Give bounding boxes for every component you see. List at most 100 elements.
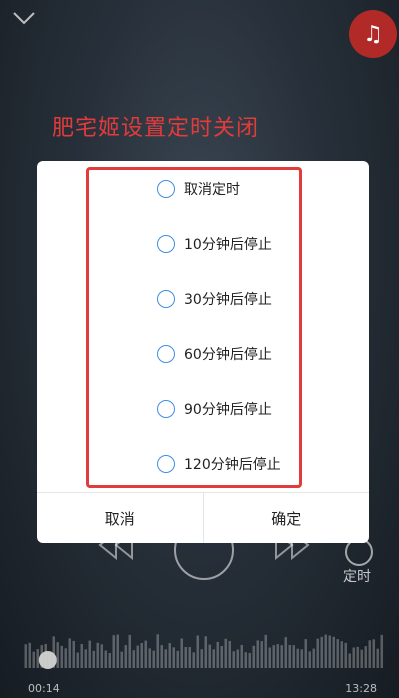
total-time: 13:28 <box>345 682 377 695</box>
waveform-bar <box>164 649 167 668</box>
waveform-bar <box>152 650 155 668</box>
waveform-bar <box>96 642 99 668</box>
waveform-bar <box>372 639 375 668</box>
radio-icon[interactable] <box>157 290 175 308</box>
waveform-bar <box>268 647 271 668</box>
option-label: 取消定时 <box>184 182 240 198</box>
radio-icon[interactable] <box>157 455 175 473</box>
waveform-bar <box>84 649 87 668</box>
waveform-bar <box>192 652 195 668</box>
waveform-bar <box>180 638 183 668</box>
waveform-bar <box>116 634 119 668</box>
waveform-bar <box>288 645 291 668</box>
waveform-bar <box>232 651 235 668</box>
waveform-bar <box>228 640 231 668</box>
waveform-bar <box>240 645 243 668</box>
waveform-bar <box>292 645 295 668</box>
waveform-bar <box>176 650 179 668</box>
chevron-down-icon[interactable] <box>12 10 36 30</box>
option-90-min[interactable]: 90分钟后停止 <box>157 396 272 422</box>
option-60-min[interactable]: 60分钟后停止 <box>157 341 272 367</box>
waveform-bar <box>244 652 247 668</box>
radio-icon[interactable] <box>157 180 175 198</box>
waveform-bar <box>88 640 91 668</box>
waveform-bar <box>136 645 139 668</box>
waveform-bar <box>360 649 363 668</box>
waveform-bar <box>252 645 255 668</box>
waveform-bar <box>104 650 107 668</box>
option-30-min[interactable]: 30分钟后停止 <box>157 286 272 312</box>
waveform-bar <box>220 646 223 668</box>
waveform-bar <box>72 640 75 668</box>
waveform-bar <box>168 643 171 668</box>
waveform-bar <box>184 647 187 668</box>
radio-icon[interactable] <box>157 345 175 363</box>
waveform-bar <box>92 650 95 668</box>
timer-options: 取消定时 10分钟后停止 30分钟后停止 60分钟后停止 90分钟后停止 120… <box>37 161 369 491</box>
waveform-bar <box>300 649 303 668</box>
waveform-bar <box>296 648 299 668</box>
waveform-bar <box>308 651 311 668</box>
waveform-bar <box>284 637 287 668</box>
dialog-button-bar: 取消 确定 <box>37 492 369 543</box>
timer-label[interactable]: 定时 <box>343 566 371 586</box>
waveform-bar <box>348 653 351 668</box>
waveform-bar <box>376 648 379 668</box>
waveform-bar <box>144 640 147 668</box>
waveform-bar <box>236 649 239 668</box>
waveform-bar <box>128 634 131 668</box>
waveform-bar <box>140 643 143 668</box>
waveform-bar <box>24 644 27 668</box>
waveform-bar <box>364 646 367 668</box>
waveform-bar <box>68 638 71 668</box>
waveform-bar <box>196 635 199 668</box>
waveform-bar <box>224 638 227 668</box>
waveform-bar <box>148 648 151 668</box>
waveform-bar <box>212 649 215 668</box>
waveform-bar <box>208 644 211 668</box>
waveform-bar <box>280 645 283 668</box>
option-label: 120分钟后停止 <box>184 457 281 473</box>
waveform-bar <box>256 640 259 668</box>
waveform-bar <box>36 649 39 668</box>
waveform-progress[interactable] <box>24 634 384 680</box>
waveform-bar <box>216 641 219 668</box>
music-app-logo-icon: ♫ <box>349 10 397 58</box>
waveform-bar <box>100 644 103 668</box>
waveform-bar <box>248 653 251 668</box>
option-120-min[interactable]: 120分钟后停止 <box>157 451 281 477</box>
waveform-bar <box>132 650 135 668</box>
playhead-handle[interactable] <box>38 651 57 669</box>
waveform-bar <box>380 634 383 668</box>
option-cancel-timer[interactable]: 取消定时 <box>157 176 240 202</box>
cancel-button[interactable]: 取消 <box>37 493 203 543</box>
waveform-bar <box>124 645 127 668</box>
waveform-bar <box>156 634 159 668</box>
waveform-bar <box>332 636 335 668</box>
waveform-bar <box>64 648 67 668</box>
elapsed-time: 00:14 <box>28 682 60 695</box>
waveform-bar <box>276 644 279 668</box>
waveform-bar <box>336 639 339 668</box>
waveform-bar <box>344 642 347 668</box>
confirm-button[interactable]: 确定 <box>202 493 370 543</box>
radio-icon[interactable] <box>157 400 175 418</box>
waveform-bar <box>112 635 115 668</box>
waveform-bar <box>204 636 207 668</box>
timer-dialog: 取消定时 10分钟后停止 30分钟后停止 60分钟后停止 90分钟后停止 120… <box>37 161 369 543</box>
option-label: 10分钟后停止 <box>184 237 272 253</box>
waveform-bar <box>368 640 371 668</box>
option-label: 60分钟后停止 <box>184 347 272 363</box>
option-label: 90分钟后停止 <box>184 402 272 418</box>
option-10-min[interactable]: 10分钟后停止 <box>157 231 272 257</box>
overlay-title: 肥宅姬设置定时关闭 <box>52 116 260 141</box>
waveform-bar <box>316 638 319 668</box>
top-bar: ♫ <box>0 0 399 58</box>
waveform-bar <box>172 647 175 668</box>
waveform-bar <box>56 642 59 668</box>
waveform-bar <box>188 647 191 668</box>
radio-icon[interactable] <box>157 235 175 253</box>
waveform-bar <box>272 645 275 668</box>
waveform-bar <box>320 636 323 668</box>
waveform-bar <box>264 634 267 668</box>
